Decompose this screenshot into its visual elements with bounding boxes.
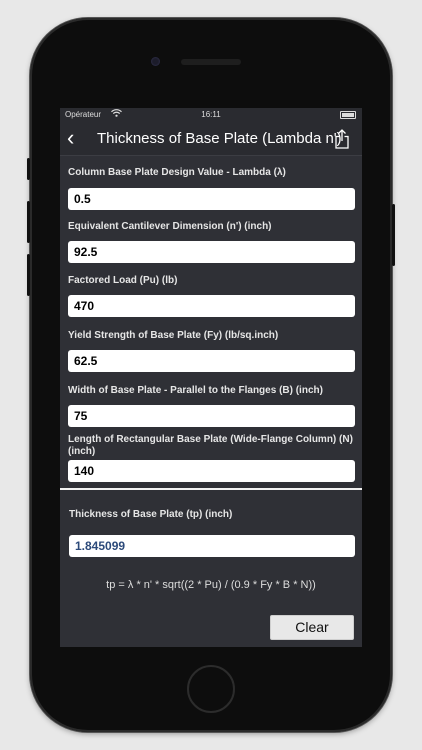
- lambda-field[interactable]: [68, 188, 355, 210]
- load-field[interactable]: [68, 295, 355, 317]
- width-field[interactable]: [68, 405, 355, 427]
- length-field[interactable]: [68, 460, 355, 482]
- result-label: Thickness of Base Plate (tp) (inch): [69, 509, 233, 520]
- status-bar: Opérateur 16:11: [60, 108, 362, 122]
- volume-up-button: [27, 201, 30, 243]
- navigation-bar: ‹ Thickness of Base Plate (Lambda n'): [60, 122, 362, 156]
- formula-text: tp = λ * n' * sqrt((2 * Pu) / (0.9 * Fy …: [106, 579, 316, 591]
- earpiece-speaker: [181, 59, 241, 65]
- home-button[interactable]: [187, 665, 235, 713]
- cantilever-field[interactable]: [68, 241, 355, 263]
- load-label: Factored Load (Pu) (lb): [68, 275, 178, 286]
- volume-down-button: [27, 254, 30, 296]
- share-icon: [335, 129, 349, 149]
- chevron-left-icon: ‹: [67, 125, 75, 150]
- app-screen: Opérateur 16:11 ‹ Thickness of Base Plat…: [60, 108, 362, 647]
- clear-button[interactable]: Clear: [270, 615, 354, 640]
- front-camera: [151, 57, 160, 66]
- power-button: [392, 204, 395, 266]
- battery-icon: [340, 111, 356, 119]
- page-title: Thickness of Base Plate (Lambda n'): [97, 130, 342, 147]
- status-time: 16:11: [201, 110, 221, 119]
- yield-label: Yield Strength of Base Plate (Fy) (lb/sq…: [68, 330, 279, 341]
- width-label: Width of Base Plate - Parallel to the Fl…: [68, 385, 323, 396]
- cantilever-label: Equivalent Cantilever Dimension (n') (in…: [68, 221, 272, 232]
- yield-field[interactable]: [68, 350, 355, 372]
- mute-switch: [27, 158, 30, 180]
- section-divider: [60, 488, 362, 490]
- result-field[interactable]: [69, 535, 355, 557]
- back-button[interactable]: ‹: [67, 125, 74, 151]
- lambda-label: Column Base Plate Design Value - Lambda …: [68, 167, 286, 178]
- share-button[interactable]: [335, 129, 349, 149]
- length-label: Length of Rectangular Base Plate (Wide-F…: [68, 434, 353, 457]
